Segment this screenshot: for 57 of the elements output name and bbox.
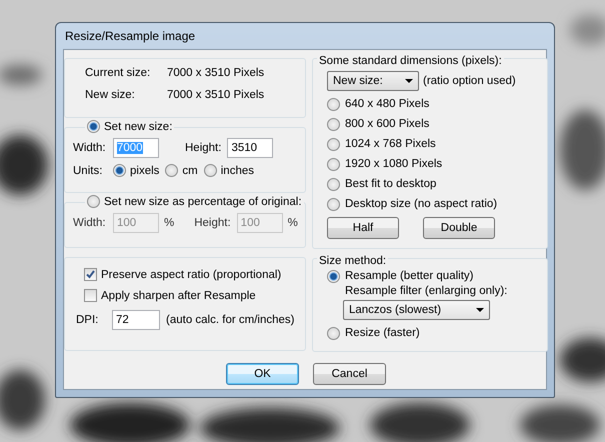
dialog-button[interactable]: Cancel (313, 363, 386, 385)
radio-button[interactable] (204, 164, 217, 177)
checkbox[interactable] (84, 289, 97, 302)
radio-button[interactable] (327, 98, 340, 110)
size-button[interactable]: Double (423, 217, 495, 239)
radio-label: Set new size as percentage of original: (104, 196, 302, 208)
radio-label: cm (182, 164, 198, 176)
radio-button[interactable] (327, 138, 340, 150)
radio-button[interactable] (165, 164, 178, 177)
hint-text: (ratio option used) (423, 75, 516, 87)
dialog-button[interactable]: OK (226, 363, 299, 385)
size-label: New size: (85, 89, 136, 101)
height-field[interactable]: 3510 (227, 138, 274, 158)
radio-label: 1920 x 1080 Pixels (345, 158, 442, 170)
radio-label: 1024 x 768 Pixels (345, 138, 436, 150)
radio-button[interactable] (327, 326, 340, 340)
radio-button[interactable] (113, 164, 126, 177)
radio-label: Desktop size (no aspect ratio) (345, 198, 498, 210)
size-value: 7000 x 3510 Pixels (167, 67, 264, 79)
checkbox-label: Apply sharpen after Resample (101, 290, 256, 302)
group-title: Size method: (317, 255, 388, 267)
field-label: Width: (73, 217, 107, 229)
radio-label: Best fit to desktop (345, 178, 436, 190)
radio-button[interactable] (327, 178, 340, 190)
caret-icon (476, 308, 484, 312)
radio-button[interactable] (327, 198, 340, 210)
size-button[interactable]: Half (327, 217, 399, 239)
radio-label: Set new size: (104, 120, 172, 132)
radio-button[interactable] (327, 118, 340, 130)
size-label: Current size: (85, 67, 152, 79)
field-label: Height: (194, 217, 231, 229)
field-label: Units: (73, 164, 104, 176)
radio-label: inches (220, 164, 254, 176)
size-dropdown[interactable]: New size: (327, 71, 419, 91)
dpi-field[interactable]: 72 (112, 310, 160, 330)
radio-label: 800 x 600 Pixels (345, 118, 430, 130)
radio-button[interactable] (87, 120, 100, 133)
checkbox[interactable] (84, 268, 97, 281)
field-label: DPI: (76, 314, 100, 326)
radio-button[interactable] (327, 158, 340, 170)
checkbox-label: Preserve aspect ratio (proportional) (101, 268, 282, 280)
radio-label: Resize (faster) (345, 327, 420, 339)
filter-label: Resample filter (enlarging only): (345, 285, 508, 297)
radio-label: 640 x 480 Pixels (345, 98, 430, 110)
caret-icon (405, 79, 413, 83)
size-value: 7000 x 3510 Pixels (167, 89, 264, 101)
window-title: Resize/Resample image (64, 29, 196, 43)
hint-text: (auto calc. for cm/inches) (166, 314, 294, 326)
group-title: Some standard dimensions (pixels): (317, 55, 504, 67)
field-label: Width: (73, 142, 107, 154)
radio-button[interactable] (327, 270, 340, 282)
radio-label: Resample (better quality) (345, 270, 474, 282)
radio-label: pixels (130, 164, 160, 176)
filter-dropdown[interactable]: Lanczos (slowest) (343, 300, 490, 320)
percent-sign: % (288, 217, 298, 229)
percent-sign: % (164, 217, 174, 229)
field-label: Height: (185, 142, 222, 154)
